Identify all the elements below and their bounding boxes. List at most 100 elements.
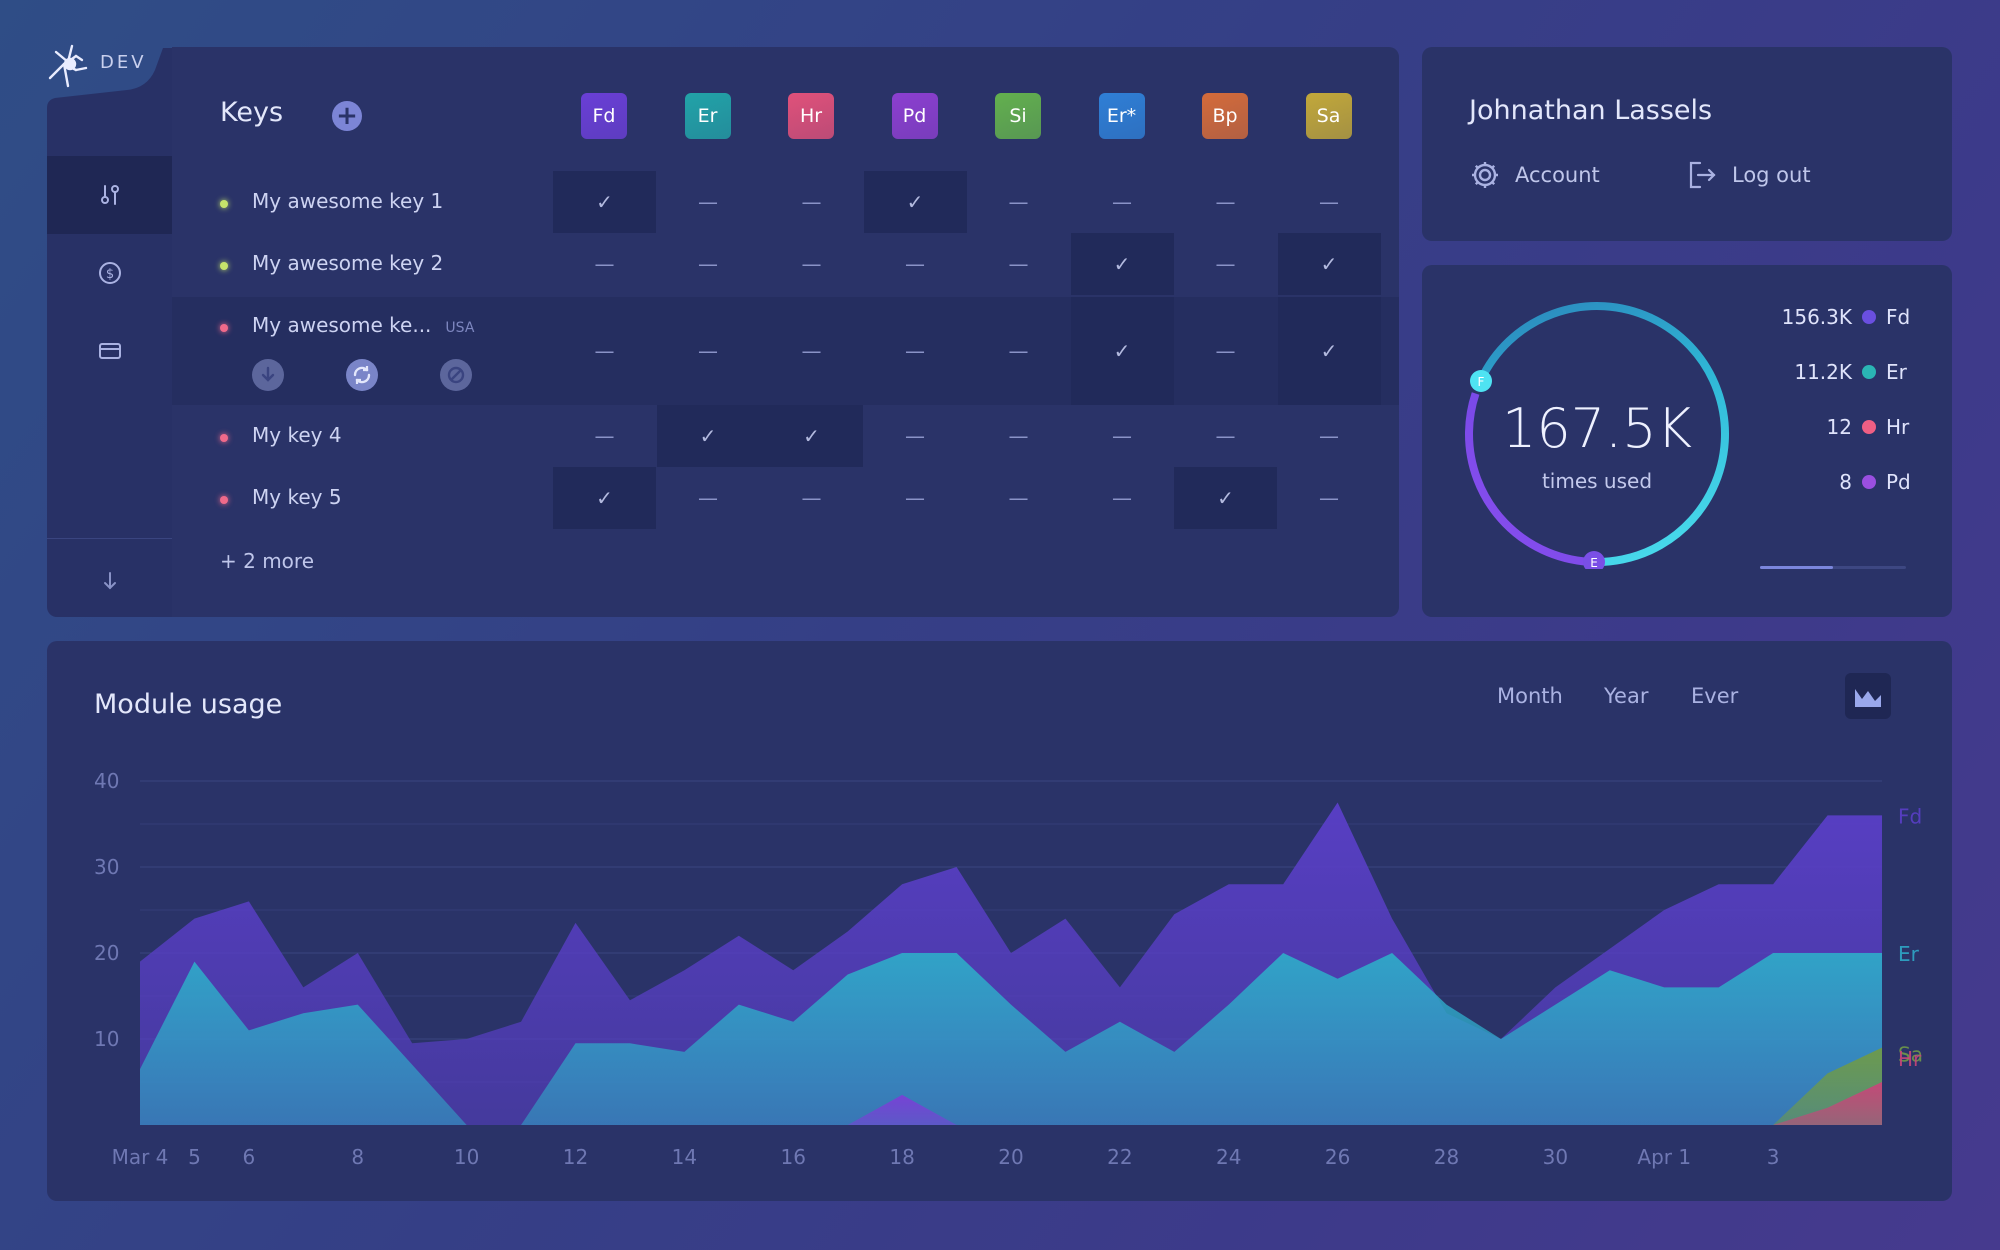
permission-dash[interactable]: —: [967, 467, 1070, 529]
key-row-actions: [252, 359, 472, 391]
permission-dash[interactable]: —: [1174, 233, 1277, 295]
permission-dash[interactable]: —: [864, 297, 967, 405]
permission-check[interactable]: ✓: [760, 405, 863, 467]
nav-item-cards[interactable]: [47, 312, 173, 390]
permission-check[interactable]: ✓: [863, 171, 967, 233]
permission-check[interactable]: ✓: [1277, 297, 1381, 405]
permission-dash[interactable]: —: [1071, 405, 1174, 467]
permission-dash[interactable]: —: [760, 297, 863, 405]
x-tick-label: 24: [1216, 1145, 1241, 1169]
permission-dash[interactable]: —: [1174, 171, 1277, 233]
permission-check[interactable]: ✓: [1070, 297, 1174, 405]
plus-icon: +: [336, 101, 358, 131]
permission-dash[interactable]: —: [967, 171, 1070, 233]
usage-legend-name: Hr: [1886, 415, 1910, 439]
permission-dash[interactable]: —: [553, 233, 656, 295]
usage-legend-value: 12: [1826, 415, 1852, 439]
column-badge-pd[interactable]: Pd: [891, 93, 938, 139]
refresh-button[interactable]: [346, 359, 378, 391]
key-name-text: My awesome key 1: [252, 189, 444, 213]
nav-collapse-button[interactable]: [47, 542, 173, 620]
key-region-tag: USA: [445, 320, 475, 336]
key-row[interactable]: My key 4— ✓ ✓ — — — — —: [172, 405, 1399, 467]
account-link[interactable]: Account: [1469, 159, 1600, 191]
x-tick-label: 30: [1543, 1145, 1568, 1169]
x-tick-label: 12: [563, 1145, 588, 1169]
permission-dash[interactable]: —: [1071, 467, 1174, 529]
key-name-text: My key 4: [252, 423, 342, 447]
logout-label: Log out: [1732, 163, 1811, 187]
key-row[interactable]: My awesome key 1 ✓ — — ✓ — — — —: [172, 171, 1399, 233]
download-button[interactable]: [252, 359, 284, 391]
logout-link[interactable]: Log out: [1686, 159, 1811, 191]
permission-check[interactable]: ✓: [656, 405, 760, 467]
download-icon: [261, 366, 275, 382]
permission-dash[interactable]: —: [1174, 297, 1277, 405]
column-badge-hr[interactable]: Hr: [788, 93, 834, 139]
permission-dash[interactable]: —: [1278, 405, 1381, 467]
permission-dash[interactable]: —: [1174, 405, 1277, 467]
x-tick-label: 20: [998, 1145, 1023, 1169]
permission-check[interactable]: ✓: [1277, 233, 1381, 295]
permission-dash[interactable]: —: [1278, 467, 1381, 529]
x-tick-label: 6: [243, 1145, 256, 1169]
key-name: My awesome key 1: [252, 189, 443, 213]
keys-title: Keys: [220, 97, 284, 128]
gauge-start-label: F: [1478, 375, 1485, 389]
column-badge-er[interactable]: Er: [684, 93, 731, 139]
permission-dash[interactable]: —: [1278, 171, 1381, 233]
tab-year[interactable]: Year: [1582, 673, 1670, 719]
permission-check[interactable]: ✓: [1070, 233, 1174, 295]
permission-dash[interactable]: —: [553, 405, 656, 467]
permission-check[interactable]: ✓: [1174, 467, 1277, 529]
permission-dash[interactable]: —: [553, 297, 656, 405]
tab-month[interactable]: Month: [1475, 673, 1585, 719]
y-tick-label: 10: [94, 1027, 119, 1051]
permission-dash[interactable]: —: [967, 297, 1070, 405]
nav-divider: [47, 538, 173, 539]
nav-item-keys[interactable]: [47, 156, 173, 234]
permission-dash[interactable]: —: [967, 405, 1070, 467]
usage-legend-dot: [1862, 420, 1876, 434]
permission-dash[interactable]: —: [657, 467, 760, 529]
x-tick-label: 5: [188, 1145, 201, 1169]
permission-dash[interactable]: —: [760, 233, 863, 295]
x-tick-label: 8: [351, 1145, 364, 1169]
column-badge-fd[interactable]: Fd: [581, 93, 627, 139]
module-usage-panel: 10 20 30 40 Fd Er Sa Hr Mar 4 6 8 10 12 14 16 18 20 22 24 2…: [47, 641, 1952, 1201]
permission-dash[interactable]: —: [657, 171, 760, 233]
usage-legend-dot: [1862, 475, 1876, 489]
column-badge-er-star[interactable]: Er*: [1098, 93, 1145, 139]
permission-dash[interactable]: —: [864, 233, 967, 295]
svg-text:$: $: [106, 267, 114, 282]
key-row[interactable]: My awesome ke... USA — — — — — ✓ — ✓: [172, 297, 1399, 405]
usage-panel: F E 167.5K times used 156.3K Fd 11.2K Er 12 H…: [1422, 265, 1952, 617]
chart-type-button[interactable]: [1845, 673, 1891, 719]
column-badge-bp[interactable]: Bp: [1202, 93, 1248, 139]
permission-check[interactable]: ✓: [553, 467, 656, 529]
more-keys-link[interactable]: + 2 more: [220, 549, 314, 573]
permission-dash[interactable]: —: [967, 233, 1070, 295]
add-key-button[interactable]: +: [332, 101, 362, 131]
y-tick-label: 40: [94, 769, 119, 793]
permission-dash[interactable]: —: [657, 233, 760, 295]
permission-dash[interactable]: —: [657, 297, 760, 405]
block-button[interactable]: [440, 359, 472, 391]
permission-dash[interactable]: —: [864, 405, 967, 467]
nav-item-billing[interactable]: $: [47, 234, 173, 312]
column-badge-si[interactable]: Si: [995, 93, 1041, 139]
permission-check[interactable]: ✓: [553, 171, 656, 233]
module-usage-title: Module usage: [94, 689, 283, 720]
x-tick-label: 14: [672, 1145, 697, 1169]
key-row[interactable]: My awesome key 2— — — — — ✓ — ✓: [172, 233, 1399, 295]
permission-dash[interactable]: —: [1071, 171, 1174, 233]
permission-dash[interactable]: —: [760, 171, 863, 233]
key-row[interactable]: My key 5 ✓ — — — — — ✓ —: [172, 467, 1399, 529]
usage-legend-name: Fd: [1886, 305, 1911, 329]
permission-dash[interactable]: —: [760, 467, 863, 529]
keys-icon: [101, 185, 119, 205]
tab-ever[interactable]: Ever: [1669, 673, 1760, 719]
key-status-dot: [220, 262, 228, 270]
column-badge-sa[interactable]: Sa: [1305, 93, 1352, 139]
permission-dash[interactable]: —: [864, 467, 967, 529]
